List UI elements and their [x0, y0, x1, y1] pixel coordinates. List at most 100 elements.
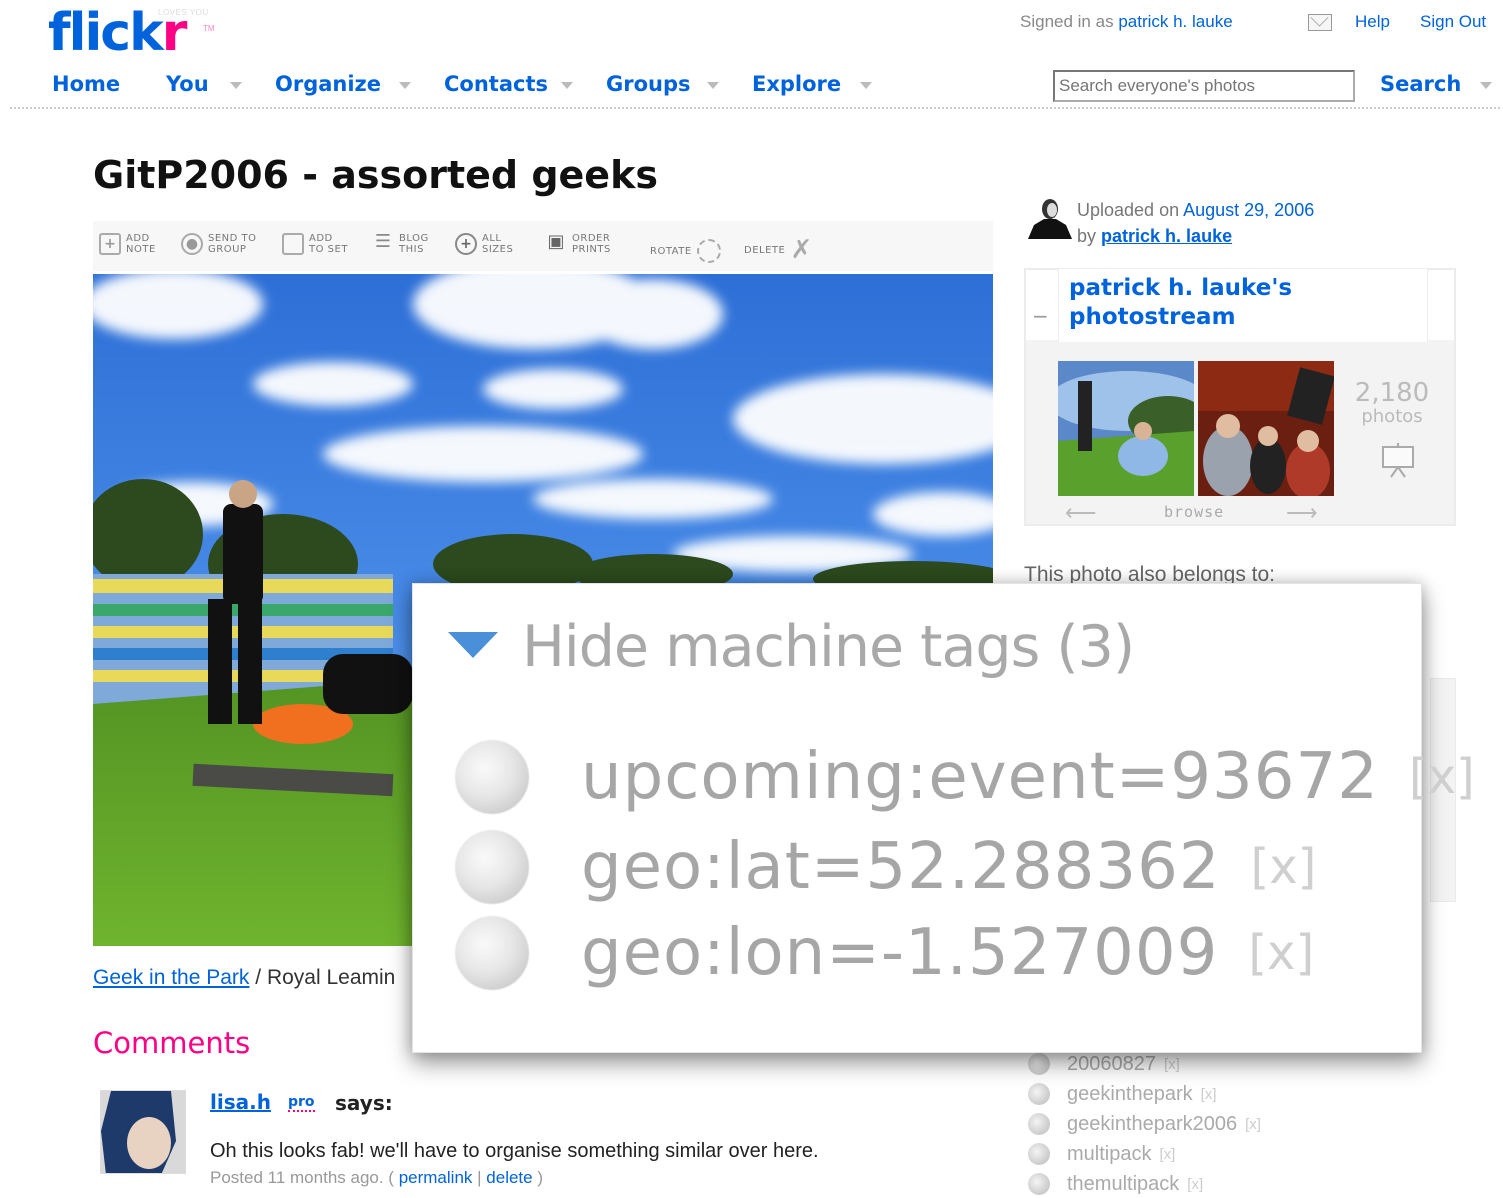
comment-delete-link[interactable]: delete	[486, 1168, 532, 1187]
blog-this-button[interactable]: ☰ BLOG THIS	[372, 233, 451, 256]
nav-groups-dropdown-icon[interactable]	[707, 82, 719, 89]
machine-tag-link[interactable]: geo:lon=-1.527009	[581, 916, 1218, 990]
order-prints-label: ORDER PRINTS	[572, 233, 611, 255]
nav-home[interactable]: Home	[52, 72, 120, 96]
signed-in-user-link[interactable]: patrick h. lauke	[1118, 12, 1232, 31]
tag-globe-icon	[1028, 1083, 1050, 1105]
machine-tag-link[interactable]: geo:lat=52.288362	[581, 830, 1221, 904]
nav-groups[interactable]: Groups	[606, 72, 691, 96]
nav-explore[interactable]: Explore	[752, 72, 841, 96]
tag-item: 20060827 [x]	[1028, 1050, 1180, 1078]
blog-this-label: BLOG THIS	[399, 233, 429, 255]
tag-globe-icon	[1028, 1173, 1050, 1195]
add-note-button[interactable]: + ADD NOTE	[99, 233, 178, 255]
delete-label: DELETE	[744, 244, 786, 256]
photostream-link[interactable]: patrick h. lauke's photostream	[1069, 274, 1369, 332]
search-button[interactable]: Search	[1380, 72, 1461, 96]
sign-out-link[interactable]: Sign Out	[1420, 12, 1486, 32]
nav-organize-dropdown-icon[interactable]	[399, 82, 411, 89]
photostream-thumb-next[interactable]	[1198, 361, 1334, 496]
comment-permalink[interactable]: permalink	[399, 1168, 473, 1187]
delete-button[interactable]: DELETE ✗	[744, 235, 813, 265]
mail-icon[interactable]	[1308, 14, 1332, 31]
tag-link[interactable]: geekinthepark2006	[1067, 1113, 1237, 1136]
photostream-thumb-previous[interactable]	[1058, 361, 1194, 496]
machine-tag-remove[interactable]: [x]	[1409, 749, 1475, 805]
browse-next-arrow-icon[interactable]: ⟶	[1286, 500, 1318, 526]
nav-contacts-dropdown-icon[interactable]	[561, 82, 573, 89]
tag-remove[interactable]: [x]	[1159, 1146, 1175, 1163]
pro-badge[interactable]: pro	[288, 1094, 315, 1112]
logo-trademark: TM	[203, 24, 215, 33]
tag-globe-icon	[1028, 1053, 1050, 1075]
search-input[interactable]	[1053, 70, 1355, 102]
machine-tag-link[interactable]: upcoming:event=93672	[581, 740, 1379, 814]
machine-tag-remove[interactable]: [x]	[1248, 925, 1314, 981]
owner-avatar[interactable]	[1028, 197, 1072, 239]
logo-tagline: LOVES YOU	[158, 8, 209, 17]
add-note-label: ADD NOTE	[126, 233, 156, 255]
comment-avatar[interactable]	[100, 1090, 186, 1174]
uploaded-prefix: Uploaded on	[1077, 200, 1180, 220]
tag-link[interactable]: geekinthepark	[1067, 1083, 1193, 1106]
upload-date-link[interactable]: August 29, 2006	[1183, 200, 1314, 220]
send-to-group-button[interactable]: ● SEND TO GROUP	[181, 233, 260, 255]
tag-remove[interactable]: [x]	[1164, 1056, 1180, 1073]
globe-icon	[455, 740, 529, 814]
comment-author-link[interactable]: lisa.h	[210, 1090, 271, 1114]
photo-count-label: photos	[1361, 406, 1423, 427]
tag-item: multipack [x]	[1028, 1140, 1175, 1168]
hide-machine-tags-toggle[interactable]: Hide machine tags (3)	[522, 614, 1135, 680]
browse-previous-arrow-icon[interactable]: ⟵	[1065, 500, 1097, 526]
nav-contacts[interactable]: Contacts	[444, 72, 548, 96]
browse-label: browse	[1164, 503, 1225, 521]
tag-link[interactable]: themultipack	[1067, 1173, 1179, 1196]
all-sizes-label: ALL SIZES	[482, 233, 514, 255]
comment-meta-separator: |	[472, 1168, 487, 1187]
upload-info: Uploaded on August 29, 2006 by patrick h…	[1077, 197, 1314, 249]
nav-organize[interactable]: Organize	[275, 72, 381, 96]
logo-text-main: flick	[48, 3, 164, 63]
tag-item: themultipack [x]	[1028, 1170, 1203, 1198]
signed-in-prefix: Signed in as	[1020, 12, 1114, 31]
help-link[interactable]: Help	[1355, 12, 1390, 32]
add-to-set-button[interactable]: ADD TO SET	[282, 233, 361, 255]
set-link[interactable]: Geek in the Park	[93, 966, 249, 989]
delete-x-icon: ✗	[790, 235, 813, 265]
tag-globe-icon	[1028, 1143, 1050, 1165]
comment-says-label: says:	[335, 1091, 393, 1115]
tag-item: geekinthepark2006 [x]	[1028, 1110, 1261, 1138]
rotate-button[interactable]: ROTATE	[650, 239, 721, 263]
nav-you-dropdown-icon[interactable]	[230, 82, 242, 89]
photo-toolbar: + ADD NOTE ● SEND TO GROUP ADD TO SET ☰ …	[93, 221, 993, 271]
search-options-dropdown-icon[interactable]	[1480, 82, 1492, 89]
nav-explore-dropdown-icon[interactable]	[860, 82, 872, 89]
uploaded-by-label: by	[1077, 226, 1097, 246]
slideshow-icon[interactable]	[1381, 443, 1415, 479]
tag-item: geekinthepark [x]	[1028, 1080, 1217, 1108]
group-icon: ●	[181, 233, 203, 255]
location-text: Royal Leamin	[266, 966, 396, 989]
comments-heading: Comments	[93, 1026, 251, 1060]
add-note-icon: +	[99, 233, 121, 255]
nav-you[interactable]: You	[166, 72, 209, 96]
machine-tag-remove[interactable]: [x]	[1251, 839, 1317, 895]
tag-globe-icon	[1028, 1113, 1050, 1135]
tag-link[interactable]: 20060827	[1067, 1053, 1156, 1076]
machine-tag-item: geo:lon=-1.527009 [x]	[455, 916, 1314, 990]
rotate-icon	[696, 239, 721, 263]
comment-meta-close: )	[532, 1168, 543, 1187]
owner-link[interactable]: patrick h. lauke	[1101, 226, 1232, 246]
tag-link[interactable]: multipack	[1067, 1143, 1151, 1166]
all-sizes-button[interactable]: + ALL SIZES	[455, 233, 534, 255]
order-prints-button[interactable]: ▣ ORDER PRINTS	[545, 231, 624, 256]
tag-remove[interactable]: [x]	[1187, 1176, 1203, 1193]
send-to-group-label: SEND TO GROUP	[208, 233, 257, 255]
camera-icon: ▣	[547, 231, 565, 252]
collapse-icon[interactable]: −	[1032, 304, 1049, 328]
comment-meta: Posted 11 months ago. ( permalink | dele…	[210, 1168, 543, 1188]
tag-remove[interactable]: [x]	[1201, 1086, 1217, 1103]
collapse-triangle-icon[interactable]	[448, 632, 498, 658]
set-icon	[282, 233, 304, 255]
tag-remove[interactable]: [x]	[1245, 1116, 1261, 1133]
